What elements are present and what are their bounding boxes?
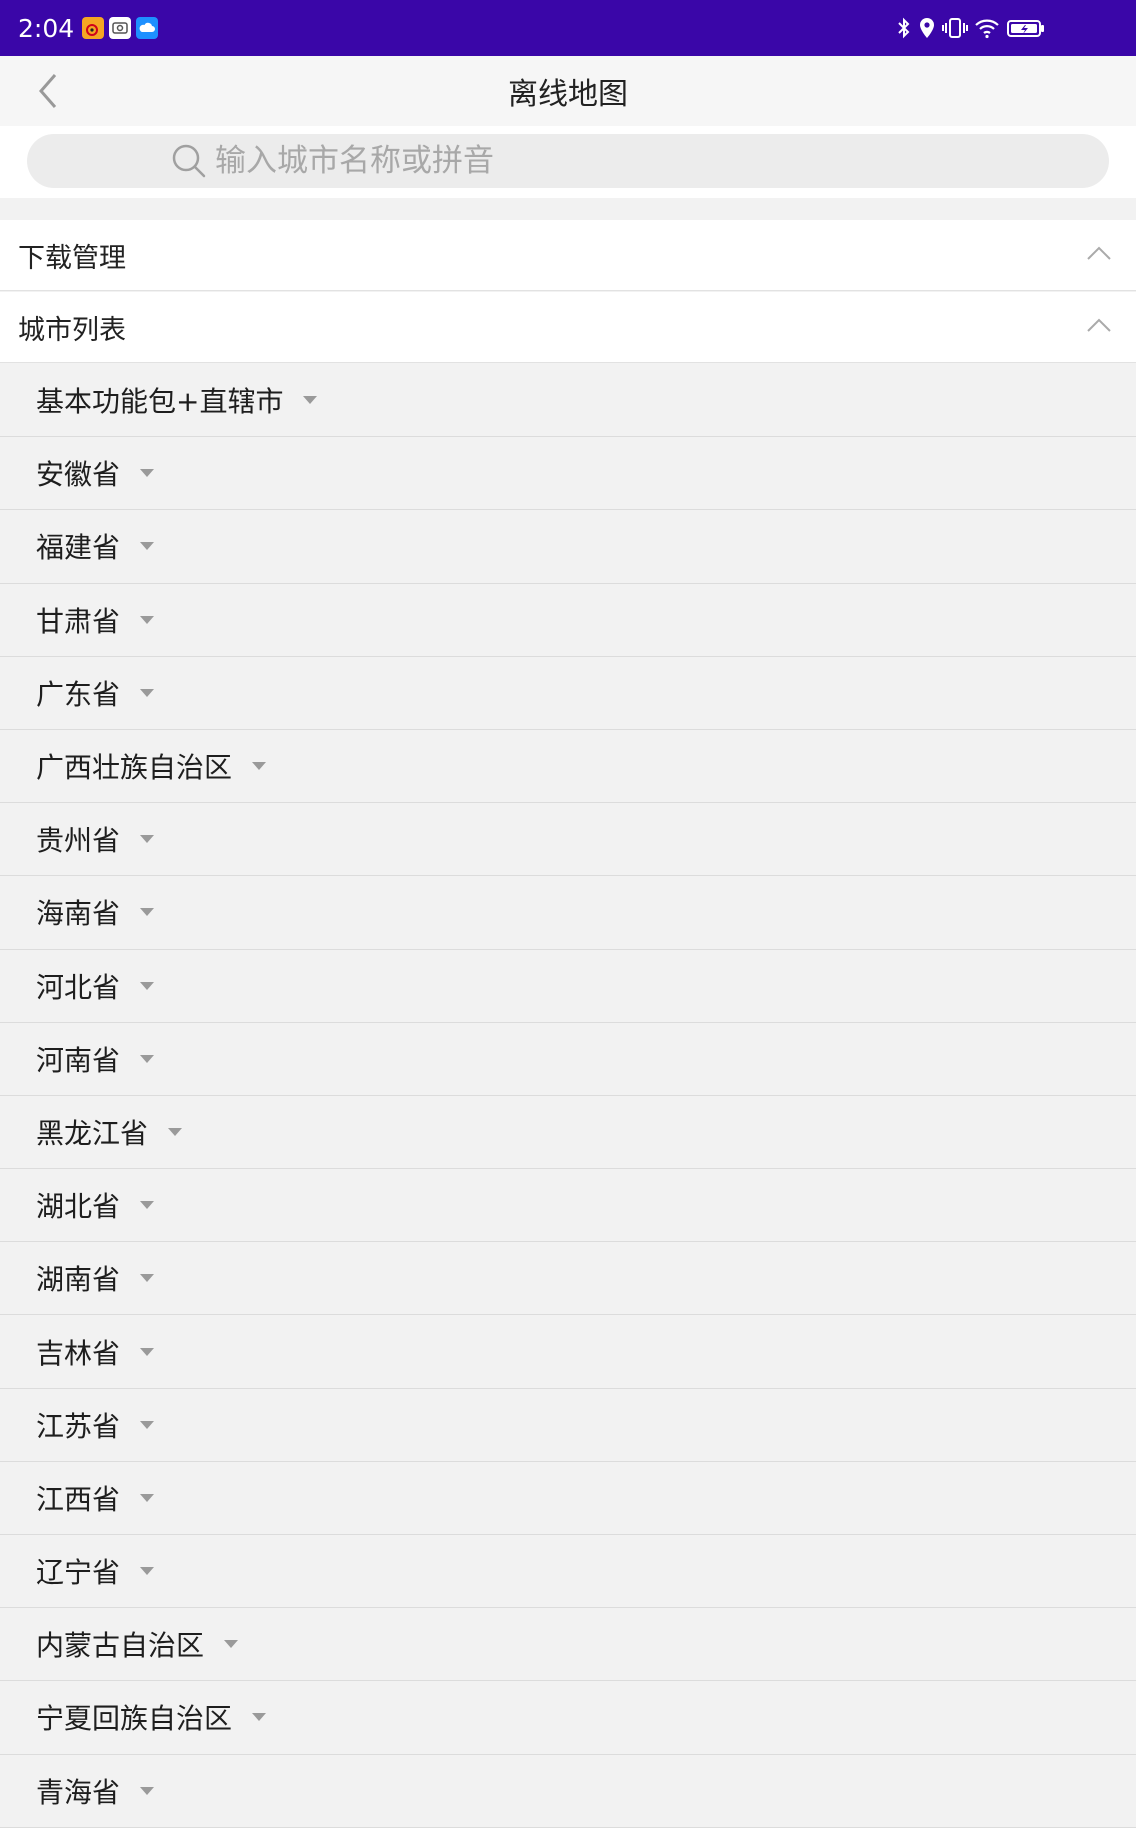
list-item[interactable]: 安徽省 <box>0 437 1136 511</box>
province-name: 宁夏回族自治区 <box>36 1702 233 1736</box>
list-item[interactable]: 河南省 <box>0 1022 1136 1096</box>
province-name: 吉林省 <box>36 1336 121 1370</box>
province-name: 辽宁省 <box>36 1556 121 1590</box>
caret-down-icon <box>140 1201 155 1210</box>
search-icon <box>172 144 206 178</box>
province-list: 基本功能包+直辖市 安徽省 福建省 甘肃省 广东省 广西壮族自治区 贵州省 海南… <box>0 364 1136 1828</box>
chevron-up-icon <box>1087 318 1111 332</box>
province-name: 甘肃省 <box>36 604 121 638</box>
province-name: 贵州省 <box>36 824 121 858</box>
province-name: 海南省 <box>36 897 121 931</box>
province-name: 基本功能包+直辖市 <box>36 385 284 419</box>
caret-down-icon <box>303 396 318 405</box>
search-input[interactable] <box>213 142 913 180</box>
list-item[interactable]: 内蒙古自治区 <box>0 1608 1136 1682</box>
app-icon <box>109 17 132 39</box>
province-name: 广东省 <box>36 677 121 711</box>
province-name: 广西壮族自治区 <box>36 751 233 785</box>
caret-down-icon <box>140 1054 155 1063</box>
caret-down-icon <box>140 981 155 990</box>
battery-icon <box>1007 20 1044 37</box>
list-item[interactable]: 江西省 <box>0 1461 1136 1535</box>
list-item[interactable]: 辽宁省 <box>0 1535 1136 1609</box>
caret-down-icon <box>224 1640 239 1649</box>
list-item[interactable]: 河北省 <box>0 949 1136 1023</box>
list-item[interactable]: 海南省 <box>0 876 1136 950</box>
list-item[interactable]: 基本功能包+直辖市 <box>0 364 1136 438</box>
province-name: 黑龙江省 <box>36 1116 149 1150</box>
search-bar <box>0 126 1136 198</box>
list-item[interactable]: 湖北省 <box>0 1169 1136 1243</box>
list-item[interactable]: 广东省 <box>0 656 1136 730</box>
nav-bar: 离线地图 <box>0 56 1136 126</box>
province-name: 湖北省 <box>36 1190 121 1224</box>
list-item[interactable]: 湖南省 <box>0 1242 1136 1316</box>
vibrate-icon <box>942 18 968 38</box>
status-icons <box>890 16 1046 40</box>
list-item[interactable]: 黑龙江省 <box>0 1095 1136 1170</box>
caret-down-icon <box>140 1786 155 1795</box>
bluetooth-icon <box>898 17 910 39</box>
caret-down-icon <box>140 1567 155 1576</box>
province-name: 河南省 <box>36 1043 121 1077</box>
province-name: 安徽省 <box>36 458 121 492</box>
section-city-list[interactable]: 城市列表 <box>0 292 1136 363</box>
weibo-icon <box>82 17 105 39</box>
list-item[interactable]: 甘肃省 <box>0 583 1136 657</box>
caret-down-icon <box>140 1420 155 1429</box>
list-item[interactable]: 贵州省 <box>0 803 1136 877</box>
caret-down-icon <box>140 1274 155 1283</box>
chevron-left-icon <box>39 74 57 108</box>
caret-down-icon <box>140 908 155 917</box>
section-label: 城市列表 <box>18 314 126 346</box>
location-icon <box>920 18 934 38</box>
province-name: 江西省 <box>36 1482 121 1516</box>
list-item[interactable]: 宁夏回族自治区 <box>0 1681 1136 1755</box>
caret-down-icon <box>252 762 267 771</box>
province-name: 内蒙古自治区 <box>36 1629 205 1663</box>
list-item[interactable]: 江苏省 <box>0 1388 1136 1462</box>
caret-down-icon <box>252 1713 267 1722</box>
section-download-management[interactable]: 下载管理 <box>0 220 1136 291</box>
status-time: 2:04 <box>18 13 75 43</box>
caret-down-icon <box>140 469 155 478</box>
caret-down-icon <box>140 1493 155 1502</box>
list-item[interactable]: 吉林省 <box>0 1315 1136 1389</box>
cloud-icon <box>136 17 159 39</box>
chevron-up-icon <box>1087 246 1111 260</box>
section-label: 下载管理 <box>18 242 126 274</box>
caret-down-icon <box>140 835 155 844</box>
list-item[interactable]: 广西壮族自治区 <box>0 729 1136 804</box>
province-name: 河北省 <box>36 970 121 1004</box>
province-name: 福建省 <box>36 531 121 565</box>
province-name: 青海省 <box>36 1775 121 1809</box>
province-name: 江苏省 <box>36 1409 121 1443</box>
province-name: 湖南省 <box>36 1263 121 1297</box>
caret-down-icon <box>140 615 155 624</box>
search-box[interactable] <box>27 134 1109 188</box>
caret-down-icon <box>168 1127 183 1136</box>
wifi-icon <box>975 19 999 39</box>
page-title: 离线地图 <box>508 77 628 112</box>
caret-down-icon <box>140 1347 155 1356</box>
caret-down-icon <box>140 688 155 697</box>
list-item[interactable]: 福建省 <box>0 510 1136 584</box>
back-button[interactable] <box>30 73 66 109</box>
status-bar: 2:04 <box>0 0 1136 56</box>
caret-down-icon <box>140 542 155 551</box>
